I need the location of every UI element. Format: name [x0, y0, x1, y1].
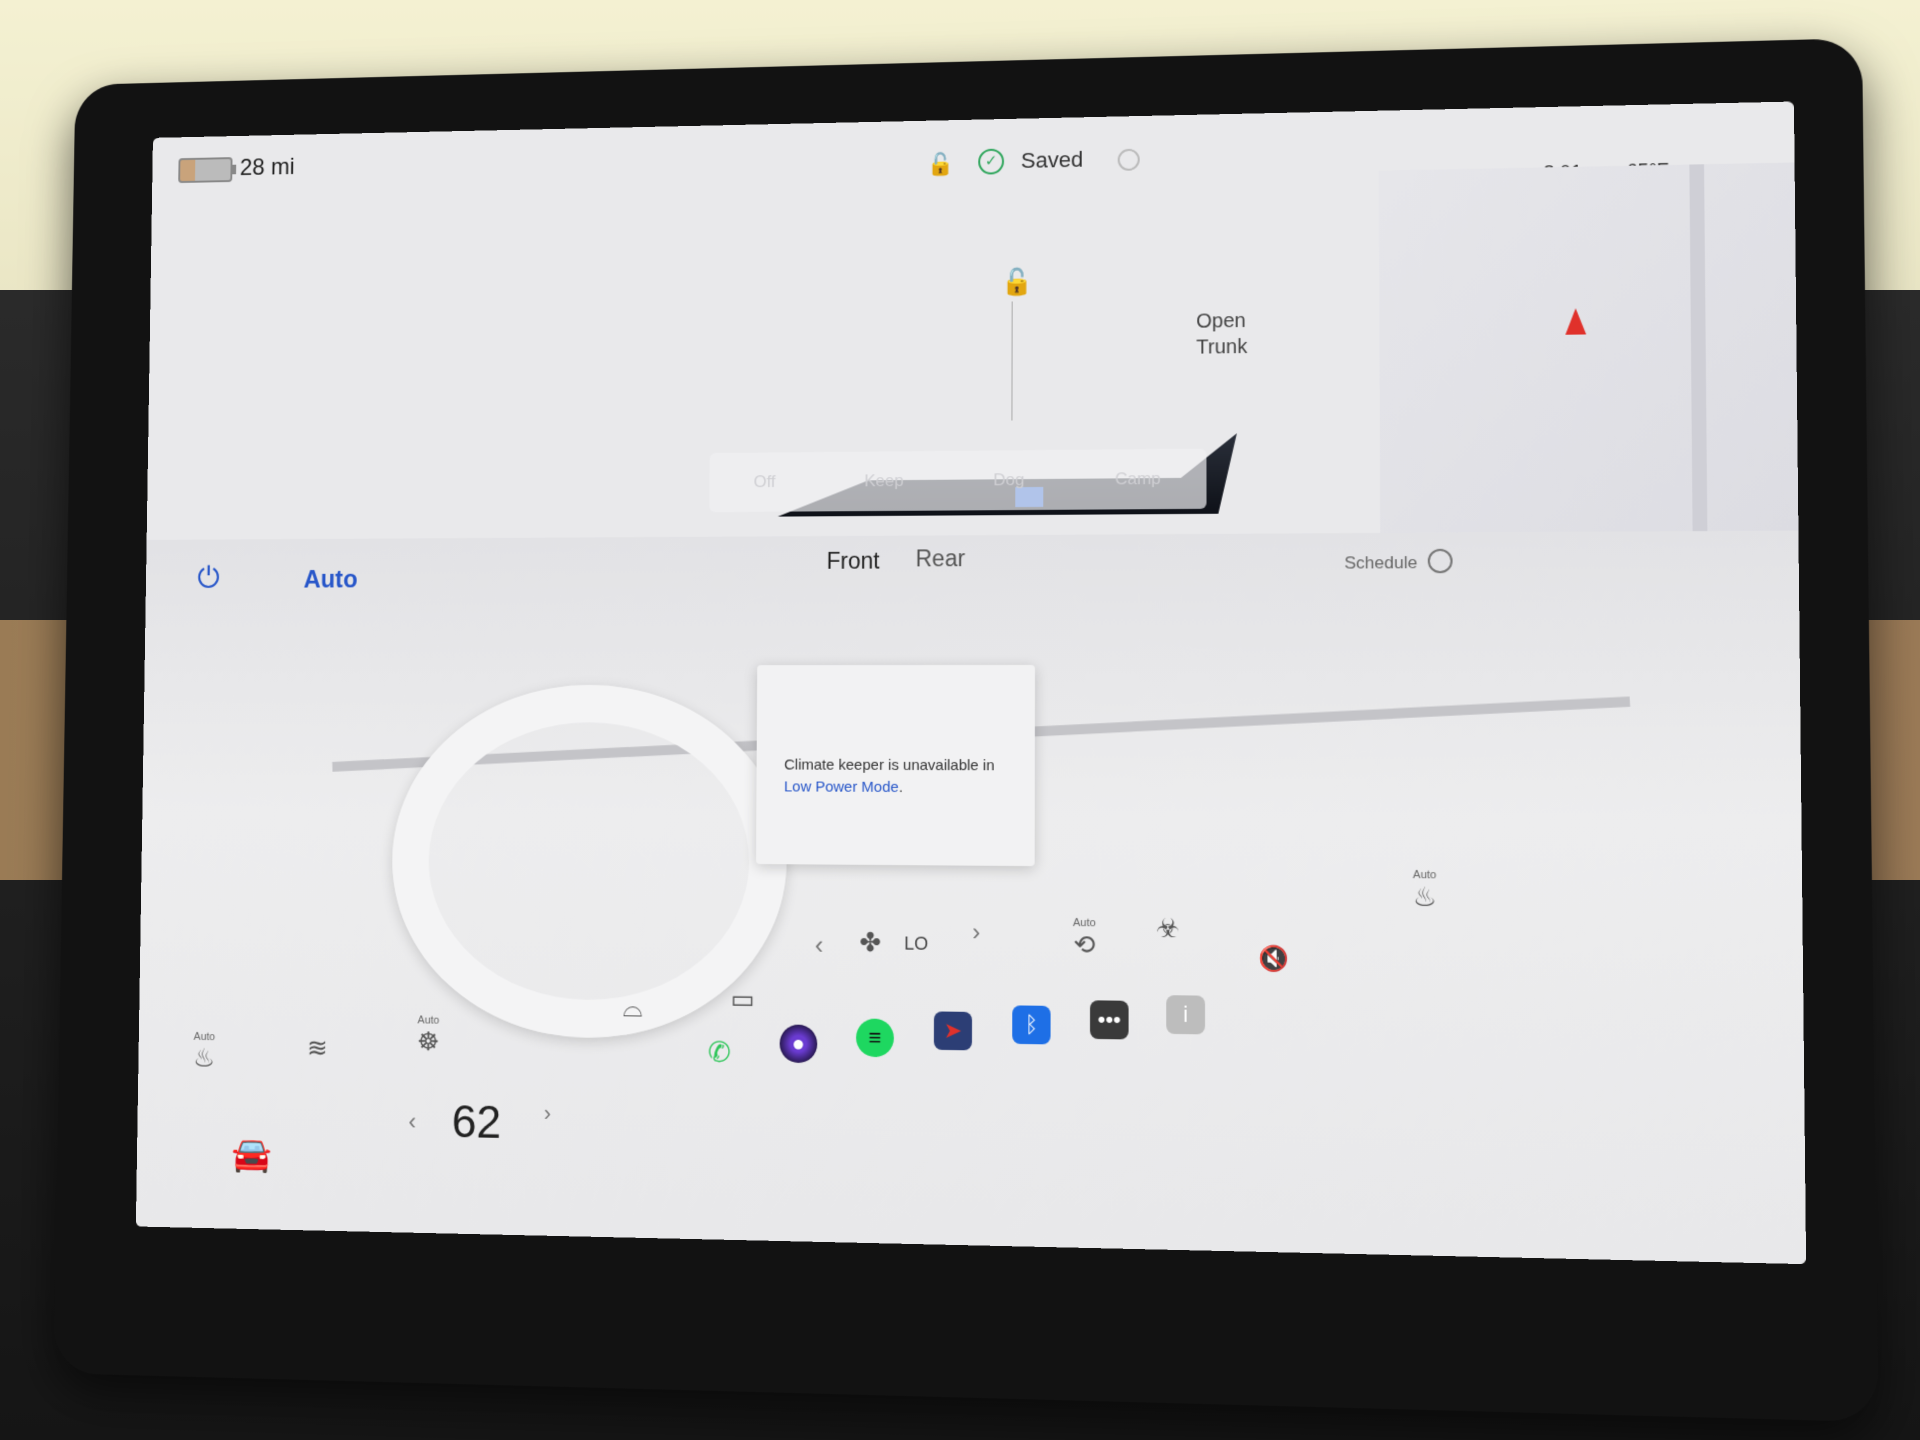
schedule-button[interactable]: Schedule: [1344, 553, 1417, 574]
front-defrost-button[interactable]: ⌓: [623, 992, 643, 1024]
open-trunk-label-2: Trunk: [1196, 335, 1248, 359]
steering-wheel-render: [390, 684, 788, 1041]
rear-defrost-button[interactable]: ▭: [730, 984, 754, 1015]
steering-heater-button[interactable]: Auto ☸: [417, 1014, 440, 1057]
rear-defrost-icon: ▭: [730, 983, 755, 1015]
passenger-seat-heater-icon: ♨: [1412, 881, 1437, 913]
keeper-mode-camp[interactable]: Camp: [1115, 469, 1161, 489]
climate-panel: ⏻ Auto Front Rear Schedule Climate keepe…: [135, 530, 1807, 1265]
camera-status-icon: [1117, 148, 1140, 171]
spotify-icon[interactable]: ≡: [855, 1018, 894, 1058]
climate-keeper-popup: Climate keeper is unavailable in Low Pow…: [756, 664, 1035, 867]
map-view[interactable]: [1378, 162, 1799, 554]
fan-icon: ✤: [859, 926, 882, 958]
recirc-auto-label: Auto: [1072, 916, 1096, 930]
front-defrost-icon: ⌓: [622, 992, 643, 1023]
keeper-mode-keep[interactable]: Keep: [864, 471, 903, 491]
navigation-arrow-icon: [1565, 308, 1587, 335]
passenger-seat-heater-button[interactable]: Auto ♨: [1413, 869, 1437, 913]
steering-auto-label: Auto: [417, 1014, 440, 1027]
open-trunk-button[interactable]: Open Trunk: [1196, 308, 1247, 361]
more-apps-icon[interactable]: •••: [1090, 1000, 1129, 1040]
climate-keeper-modes: Off Keep Dog Camp: [709, 448, 1207, 513]
tab-front[interactable]: Front: [827, 548, 880, 575]
driver-seat-heater-button[interactable]: Auto ♨: [193, 1031, 216, 1074]
clock-icon[interactable]: [1427, 548, 1453, 574]
biohazard-icon: ☣: [1156, 912, 1180, 944]
power-icon[interactable]: ⏻: [197, 562, 226, 594]
open-trunk-label-1: Open: [1196, 309, 1246, 333]
touchscreen: 28 mi 🔓 ✓ Saved 8:01 am 65°F 🔓 Open Trun…: [135, 101, 1807, 1265]
unlock-icon[interactable]: 🔓: [1001, 267, 1033, 298]
passenger-seat-auto-label: Auto: [1412, 868, 1437, 882]
keeper-mode-dog[interactable]: Dog: [993, 470, 1024, 490]
check-icon: ✓: [978, 148, 1005, 175]
cabin-temperature: 62: [451, 1095, 502, 1148]
map-road: [1689, 164, 1708, 552]
low-power-mode-link[interactable]: Low Power Mode: [784, 778, 899, 795]
info-icon[interactable]: i: [1166, 995, 1206, 1035]
fan-speed: LO: [904, 933, 929, 954]
camera-app-icon[interactable]: ●: [779, 1024, 818, 1064]
temp-decrease-chevron-icon[interactable]: ‹: [408, 1108, 416, 1136]
wiper-defrost-button[interactable]: ≋: [307, 1033, 328, 1064]
keeper-mode-off[interactable]: Off: [754, 472, 776, 492]
range-readout: 28 mi: [239, 153, 295, 181]
battery-icon: [178, 157, 233, 184]
navigation-app-icon[interactable]: ➤: [933, 1011, 973, 1051]
wiper-defrost-icon: ≋: [306, 1032, 328, 1063]
phone-icon[interactable]: ✆: [701, 1033, 739, 1072]
steering-heater-icon: ☸: [416, 1026, 440, 1057]
fan-increase-chevron-icon[interactable]: ›: [972, 919, 980, 947]
car-icon[interactable]: 🚘: [231, 1135, 272, 1175]
seat-auto-label: Auto: [193, 1030, 216, 1044]
temp-increase-chevron-icon[interactable]: ›: [544, 1101, 551, 1127]
lock-icon[interactable]: 🔓: [927, 152, 954, 178]
popup-period: .: [898, 778, 903, 796]
popup-text: Climate keeper is unavailable in: [784, 756, 995, 775]
recirculation-button[interactable]: Auto ⟲: [1073, 917, 1096, 961]
recirculation-icon: ⟲: [1073, 929, 1096, 960]
fan-decrease-chevron-icon[interactable]: ‹: [815, 930, 824, 961]
mute-icon[interactable]: 🔇: [1258, 944, 1289, 974]
trunk-callout-line: [1011, 301, 1013, 421]
tab-rear[interactable]: Rear: [916, 545, 966, 572]
bioweapon-mode-button[interactable]: ☣: [1156, 913, 1180, 945]
auto-climate-button[interactable]: Auto: [303, 566, 357, 594]
saved-status: Saved: [1020, 146, 1084, 173]
bluetooth-icon[interactable]: ᛒ: [1012, 1005, 1051, 1045]
popup-message: Climate keeper is unavailable in Low Pow…: [784, 755, 1013, 800]
seat-heater-icon: ♨: [192, 1042, 216, 1073]
